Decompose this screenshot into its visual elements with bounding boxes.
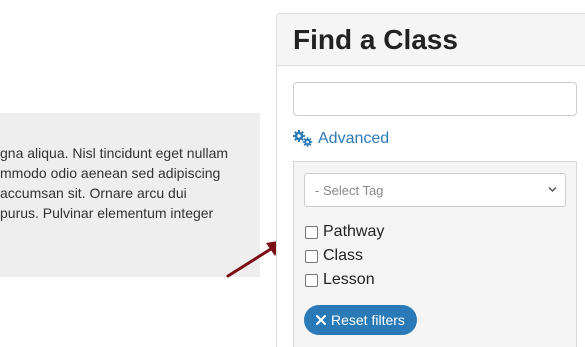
- chevron-down-icon: [548, 186, 557, 193]
- close-icon: [316, 315, 326, 325]
- search-input[interactable]: [293, 82, 577, 116]
- reset-filters-label: Reset filters: [331, 312, 405, 328]
- type-filter-list: Pathway Class Lesson: [304, 220, 566, 292]
- content-text: gna aliqua. Nisl tincidunt eget nullam m…: [0, 143, 260, 223]
- panel-header: Find a Class: [277, 14, 585, 66]
- gears-icon: [293, 130, 313, 147]
- advanced-label: Advanced: [318, 130, 390, 147]
- advanced-filters: - Select Tag Pathway Class Lesson Reset …: [293, 161, 577, 347]
- filter-pathway: Pathway: [304, 220, 566, 244]
- page-title: Find a Class: [293, 24, 458, 55]
- find-class-panel: Find a Class Advanced - Select Tag Pathw…: [276, 13, 585, 347]
- class-checkbox[interactable]: [305, 249, 318, 263]
- lesson-checkbox[interactable]: [305, 273, 318, 287]
- checkbox-label: Pathway: [323, 223, 385, 240]
- pathway-checkbox[interactable]: [305, 225, 318, 239]
- content-line: accumsan sit. Ornare arcu dui: [0, 185, 187, 201]
- content-line: mmodo odio aenean sed adipiscing: [0, 165, 221, 181]
- filter-class: Class: [304, 244, 566, 268]
- panel-body: Advanced - Select Tag Pathway Class Less…: [277, 66, 585, 347]
- content-block: gna aliqua. Nisl tincidunt eget nullam m…: [0, 113, 260, 277]
- reset-filters-button[interactable]: Reset filters: [304, 305, 417, 335]
- filter-lesson: Lesson: [304, 268, 566, 292]
- content-line: gna aliqua. Nisl tincidunt eget nullam: [0, 145, 229, 161]
- tag-select[interactable]: - Select Tag: [304, 173, 566, 207]
- advanced-link[interactable]: Advanced: [293, 128, 579, 150]
- checkbox-label: Class: [323, 247, 364, 264]
- tag-select-value: - Select Tag: [315, 182, 384, 198]
- content-line: purus. Pulvinar elementum integer: [0, 205, 214, 221]
- page: gna aliqua. Nisl tincidunt eget nullam m…: [0, 0, 585, 347]
- checkbox-label: Lesson: [323, 271, 375, 288]
